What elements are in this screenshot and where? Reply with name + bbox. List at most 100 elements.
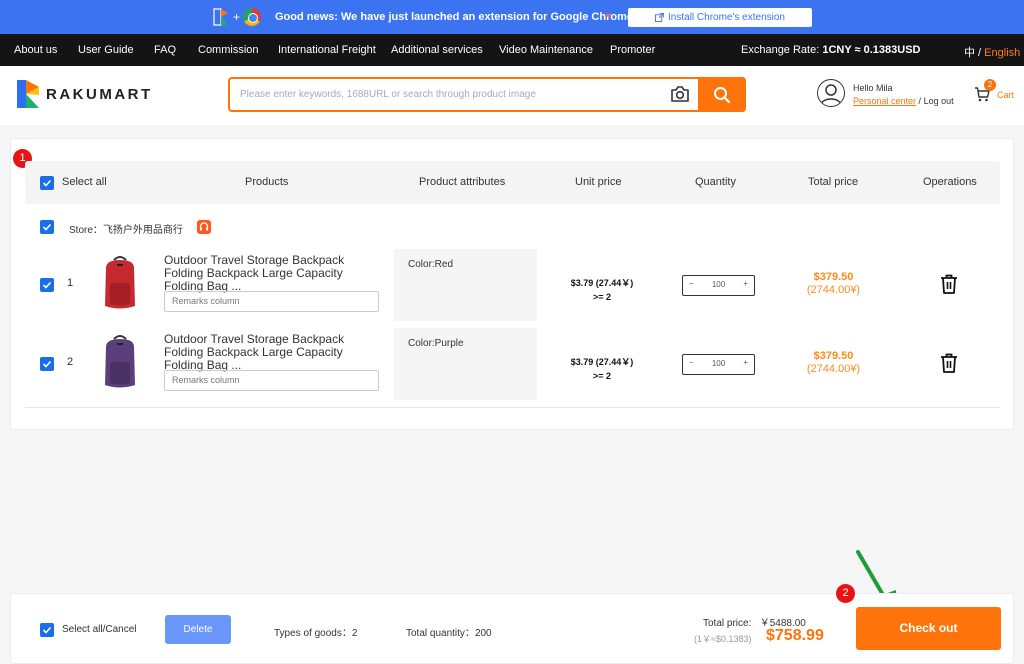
product-image-red-backpack[interactable]	[97, 254, 143, 312]
total-price-label: Total price:	[703, 618, 752, 629]
quantity-increase-button[interactable]: +	[743, 358, 748, 367]
banner-news: Good news: We have just launched an exte…	[275, 11, 633, 23]
greeting: Hello Mila	[853, 83, 893, 93]
cart-count-badge: 2	[984, 79, 996, 91]
avatar[interactable]	[817, 79, 845, 107]
row-index: 2	[67, 356, 74, 368]
row-total-usd: $379.50	[813, 350, 854, 362]
search-icon	[714, 86, 731, 103]
row-total-cny: (2744.00¥)	[806, 284, 861, 296]
remarks-input[interactable]: Remarks column	[164, 291, 379, 312]
trash-icon[interactable]	[940, 353, 958, 373]
personal-center-link[interactable]: Personal center	[853, 96, 916, 106]
footer-exchange-rate: (1￥≈$0.1383)	[694, 634, 752, 644]
row-total-usd: $379.50	[813, 271, 854, 283]
lang-en[interactable]: English	[984, 47, 1020, 59]
logout-link[interactable]: Log out	[924, 96, 954, 106]
row-total-cny: (2744.00¥)	[806, 363, 861, 375]
row-checkbox[interactable]	[40, 357, 54, 371]
footer-select-all-checkbox[interactable]	[40, 623, 54, 637]
store-name: Store：飞扬户外用品商行	[69, 225, 183, 236]
cart-label: Cart	[997, 90, 1015, 100]
nav-user-guide[interactable]: User Guide	[78, 44, 134, 56]
search-button[interactable]	[698, 77, 746, 112]
nav-about-us[interactable]: About us	[14, 44, 57, 56]
cart-summary-bar: Select all/Cancel Delete Types of goods：…	[10, 584, 1014, 664]
store-chat-icon[interactable]	[197, 220, 211, 234]
checkmark-icon	[42, 281, 52, 289]
rakumart-logo-icon	[17, 80, 39, 108]
exchange-rate-label: Exchange Rate:	[741, 44, 820, 56]
header-attributes: Product attributes	[419, 176, 506, 188]
rakumart-logo[interactable]: RAKUMART	[16, 79, 153, 109]
product-image-purple-backpack[interactable]	[97, 333, 143, 391]
step-2-badge: 2	[836, 584, 855, 603]
checkmark-icon	[42, 179, 52, 187]
account-links-sep: /	[916, 96, 924, 106]
language-switch[interactable]: 中 / English	[964, 44, 1020, 60]
product-title[interactable]: Outdoor Travel Storage Backpack Folding …	[164, 254, 384, 293]
banner-logos: +	[212, 7, 262, 27]
quantity-increase-button[interactable]: +	[743, 279, 748, 288]
product-title[interactable]: Outdoor Travel Storage Backpack Folding …	[164, 333, 384, 372]
total-price-usd: $758.99	[766, 627, 824, 644]
rakumart-mini-logo-icon	[213, 8, 228, 26]
nav-international-freight[interactable]: International Freight	[278, 44, 376, 56]
banner-close-icon[interactable]: ✕	[604, 11, 612, 22]
nav-faq[interactable]: FAQ	[154, 44, 176, 56]
header-quantity: Quantity	[695, 176, 736, 188]
nav-promoter[interactable]: Promoter	[610, 44, 655, 56]
select-all-cancel[interactable]: Select all/Cancel	[62, 624, 136, 635]
header-total-price: Total price	[808, 176, 859, 188]
top-nav: About us User Guide FAQ Commission Inter…	[0, 34, 1024, 66]
product-attribute: Color:Red	[394, 249, 537, 321]
camera-icon[interactable]	[670, 85, 690, 103]
delete-button[interactable]: Delete	[165, 615, 231, 644]
checkout-button[interactable]: Check out	[856, 607, 1001, 650]
select-all-checkbox[interactable]	[40, 176, 54, 190]
unit-price: $3.79 (27.44￥) >= 2	[551, 355, 653, 383]
remarks-input[interactable]: Remarks column	[164, 370, 379, 391]
nav-additional-services[interactable]: Additional services	[391, 44, 483, 56]
exchange-rate-value: 1CNY ≈ 0.1383USD	[822, 44, 921, 56]
total-quantity-value: 200	[474, 628, 492, 639]
nav-commission[interactable]: Commission	[198, 44, 259, 56]
store-checkbox[interactable]	[40, 220, 54, 234]
min-quantity: >= 2	[592, 292, 612, 302]
row-total: $379.50 (2744.00¥)	[781, 350, 886, 376]
header-products: Products	[245, 176, 289, 188]
unit-price-value: $3.79 (27.44￥)	[570, 278, 634, 288]
row-index: 1	[67, 277, 74, 289]
account-links: Personal center / Log out	[853, 96, 954, 106]
install-extension-label: Install Chrome's extension	[668, 12, 785, 23]
total-quantity: Total quantity：200	[406, 624, 492, 639]
types-label: Types of goods：	[274, 628, 352, 639]
min-quantity: >= 2	[592, 371, 612, 381]
nav-video-maintenance[interactable]: Video Maintenance	[499, 44, 593, 56]
row-checkbox[interactable]	[40, 278, 54, 292]
trash-icon[interactable]	[940, 274, 958, 294]
lang-cn[interactable]: 中	[964, 47, 975, 59]
product-attribute: Color:Purple	[394, 328, 537, 400]
install-extension-button[interactable]: Install Chrome's extension	[628, 8, 812, 27]
cart-row: 2 Outdoor Travel Storage Backpack Foldin…	[11, 328, 1015, 400]
cart-button[interactable]: 2 Cart	[974, 79, 1014, 105]
user-icon	[820, 84, 842, 106]
checkmark-icon	[42, 223, 52, 231]
cart-table-header: Select all Products Product attributes U…	[25, 161, 1000, 204]
lang-sep: /	[975, 47, 985, 59]
headset-icon	[199, 222, 209, 231]
promo-banner: + Good news: We have just launched an ex…	[0, 0, 1024, 34]
total-quantity-label: Total quantity：	[406, 628, 475, 639]
cart-panel: 1 Select all Products Product attributes…	[10, 138, 1014, 430]
header-select-all[interactable]: Select all	[62, 176, 107, 188]
table-divider	[25, 407, 1000, 408]
search-input[interactable]	[240, 86, 660, 103]
chrome-icon	[243, 8, 262, 26]
unit-price-value: $3.79 (27.44￥)	[570, 357, 634, 367]
types-value: 2	[351, 628, 358, 639]
logo-text: RAKUMART	[46, 85, 153, 103]
unit-price: $3.79 (27.44￥) >= 2	[551, 276, 653, 304]
row-total: $379.50 (2744.00¥)	[781, 271, 886, 297]
site-header: RAKUMART Hello Mila Personal center / Lo…	[0, 66, 1024, 125]
